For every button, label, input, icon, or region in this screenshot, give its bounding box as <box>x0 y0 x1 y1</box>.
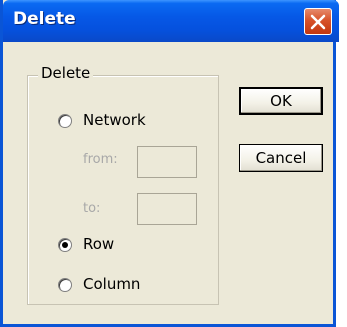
column-radio[interactable] <box>58 278 72 292</box>
from-input[interactable] <box>137 146 197 178</box>
network-label[interactable]: Network <box>83 111 146 129</box>
title-bar[interactable]: Delete <box>3 0 339 42</box>
to-label: to: <box>83 201 101 216</box>
from-label: from: <box>83 152 118 167</box>
cancel-button[interactable]: Cancel <box>239 144 323 172</box>
window-title: Delete <box>13 9 76 29</box>
delete-dialog-window: Delete Delete Network from: to: Row Colu… <box>0 0 339 327</box>
close-button[interactable] <box>304 8 332 35</box>
radio-selected-dot <box>62 242 68 248</box>
group-label: Delete <box>38 64 94 82</box>
to-input[interactable] <box>137 193 197 225</box>
delete-groupbox <box>27 75 219 305</box>
row-radio[interactable] <box>58 238 72 252</box>
column-label[interactable]: Column <box>83 275 140 293</box>
close-icon <box>310 14 326 30</box>
ok-button[interactable]: OK <box>239 87 323 115</box>
row-label[interactable]: Row <box>83 235 114 253</box>
network-radio[interactable] <box>58 114 72 128</box>
